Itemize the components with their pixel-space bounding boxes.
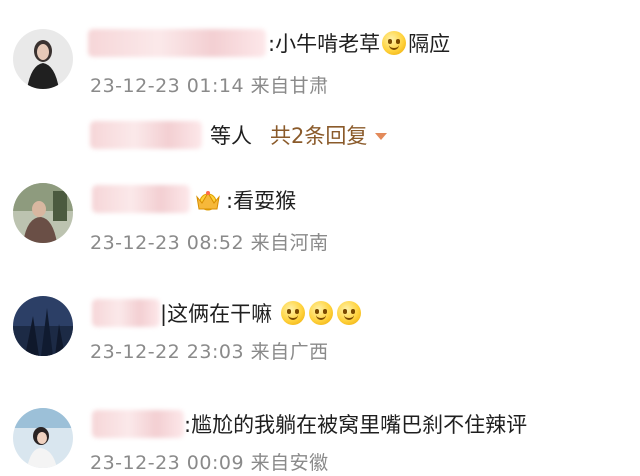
grin-emoji-icon xyxy=(280,301,305,325)
reply-users-redacted[interactable] xyxy=(90,121,202,149)
comment-meta: 23-12-22 23:03 来自广西 xyxy=(90,339,329,365)
avatar[interactable] xyxy=(13,408,73,468)
comment-meta: 23-12-23 08:52 来自河南 xyxy=(90,230,329,256)
username-redacted[interactable] xyxy=(92,410,184,438)
crown-badge-icon xyxy=(193,189,223,211)
comment-text: :看耍猴 xyxy=(226,189,297,213)
comment-body: :小牛啃老草 xyxy=(268,32,381,56)
username-redacted[interactable] xyxy=(92,185,190,213)
avatar[interactable] xyxy=(13,296,73,356)
username-redacted[interactable] xyxy=(88,29,266,57)
avatar[interactable] xyxy=(13,183,73,243)
comment-location: 来自广西 xyxy=(250,341,329,363)
comment-time: 23-12-23 08:52 xyxy=(90,232,245,254)
caret-down-icon xyxy=(375,133,388,140)
comment-body-suffix: 隔应 xyxy=(408,32,451,56)
comment-time: 23-12-23 00:09 xyxy=(90,452,245,474)
comment-meta: 23-12-23 01:14 来自甘肃 xyxy=(90,73,329,99)
laugh-emoji-icon xyxy=(382,31,407,55)
comment-text: |这俩在干嘛 xyxy=(160,299,363,329)
username-redacted[interactable] xyxy=(92,299,160,327)
view-replies-link[interactable]: 共2条回复 xyxy=(270,121,388,151)
comment-body: 这俩在干嘛 xyxy=(167,302,273,326)
avatar[interactable] xyxy=(13,29,73,89)
comment-text: :小牛啃老草 隔应 xyxy=(268,29,450,59)
comment-text: :尴尬的我躺在被窝里嘴巴刹不住辣评 xyxy=(184,413,528,437)
grin-emoji-icon xyxy=(308,301,333,325)
comment-time: 23-12-23 01:14 xyxy=(90,75,245,97)
reply-users-suffix: 等人 xyxy=(210,124,252,148)
comment-location: 来自甘肃 xyxy=(250,75,329,97)
comment-location: 来自安徽 xyxy=(250,452,329,474)
reply-count: 共2条回复 xyxy=(270,124,368,148)
grin-emoji-icon xyxy=(336,301,361,325)
comment-location: 来自河南 xyxy=(250,232,329,254)
comment-time: 23-12-22 23:03 xyxy=(90,341,245,363)
comment-meta: 23-12-23 00:09 来自安徽 xyxy=(90,450,329,476)
